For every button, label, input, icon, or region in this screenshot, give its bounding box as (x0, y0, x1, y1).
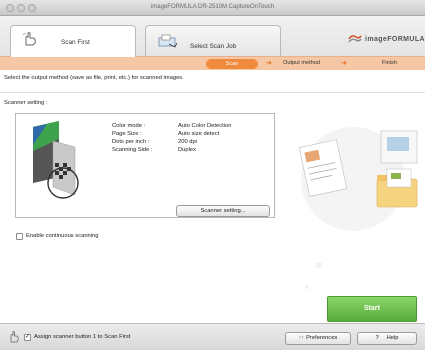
preferences-label: Preferences (306, 335, 338, 341)
scanner-setting-button[interactable]: Scanner setting... (176, 205, 270, 217)
continuous-scanning-checkbox[interactable] (16, 233, 23, 240)
setting-value-color-mode: Auto Color Detection (178, 123, 232, 129)
setting-value-dpi: 200 dpi (178, 139, 198, 145)
question-mark-icon: ? (375, 335, 379, 341)
scanner-setting-label: Scanner setting : (4, 100, 48, 106)
tab-scan-first-label: Scan First (61, 39, 90, 46)
help-label: Help (386, 335, 399, 341)
setting-value-page-size: Auto size detect (178, 131, 220, 137)
preferences-button[interactable]: ↑↑ Preferences (285, 332, 351, 345)
hand-pointer-icon (22, 32, 36, 46)
assign-scanner-button-label: Assign scanner button 1 to Scan First (34, 334, 131, 340)
footer-bar: ✓ Assign scanner button 1 to Scan First … (0, 323, 425, 350)
header: Scan First Select Scan Job imageFORMULA (0, 16, 425, 57)
step-progress-bar: Scan ➜ Output method ➜ Finish (0, 56, 425, 70)
step-output-method: Output method (283, 60, 321, 66)
scanner-settings-box: Color mode : Auto Color Detection Page S… (15, 113, 275, 218)
arrow-right-icon: ➜ (341, 60, 347, 67)
title-bar: imageFORMULA DR-2510M CaptureOnTouch (0, 0, 425, 16)
setting-key-dpi: Dots per inch : (112, 139, 150, 145)
setting-key-color-mode: Color mode : (112, 123, 146, 129)
brand-text: imageFORMULA (364, 35, 425, 43)
tab-scan-first[interactable]: Scan First (10, 25, 136, 57)
arrow-right-icon: ➜ (266, 60, 272, 67)
main-panel: Select the output method (save as file, … (0, 70, 425, 323)
output-illustration (298, 127, 418, 289)
tab-select-scan-job-label: Select Scan Job (190, 43, 237, 50)
scanner-document-icon (158, 34, 178, 48)
brand-logo: imageFORMULA (348, 34, 425, 44)
scan-preview-icon (33, 121, 79, 199)
setting-value-scanning-side: Duplex (178, 147, 197, 153)
divider (0, 92, 425, 93)
step-finish: Finish (382, 60, 397, 66)
help-button[interactable]: ? Help (357, 332, 417, 345)
setting-key-scanning-side: Scanning Side : (112, 147, 153, 153)
instruction-text: Select the output method (save as file, … (4, 75, 184, 81)
hand-pointer-icon (10, 331, 19, 343)
setting-key-page-size: Page Size : (112, 131, 142, 137)
continuous-scanning-label: Enable continuous scanning (26, 233, 99, 239)
tab-select-scan-job[interactable]: Select Scan Job (145, 25, 281, 56)
step-scan: Scan (206, 59, 258, 69)
preferences-icon: ↑↑ (298, 335, 305, 341)
start-button[interactable]: Start (327, 296, 417, 322)
window-title: imageFORMULA DR-2510M CaptureOnTouch (150, 4, 275, 10)
assign-scanner-button-checkbox[interactable]: ✓ (24, 334, 31, 341)
brand-swirl-icon (348, 35, 362, 43)
